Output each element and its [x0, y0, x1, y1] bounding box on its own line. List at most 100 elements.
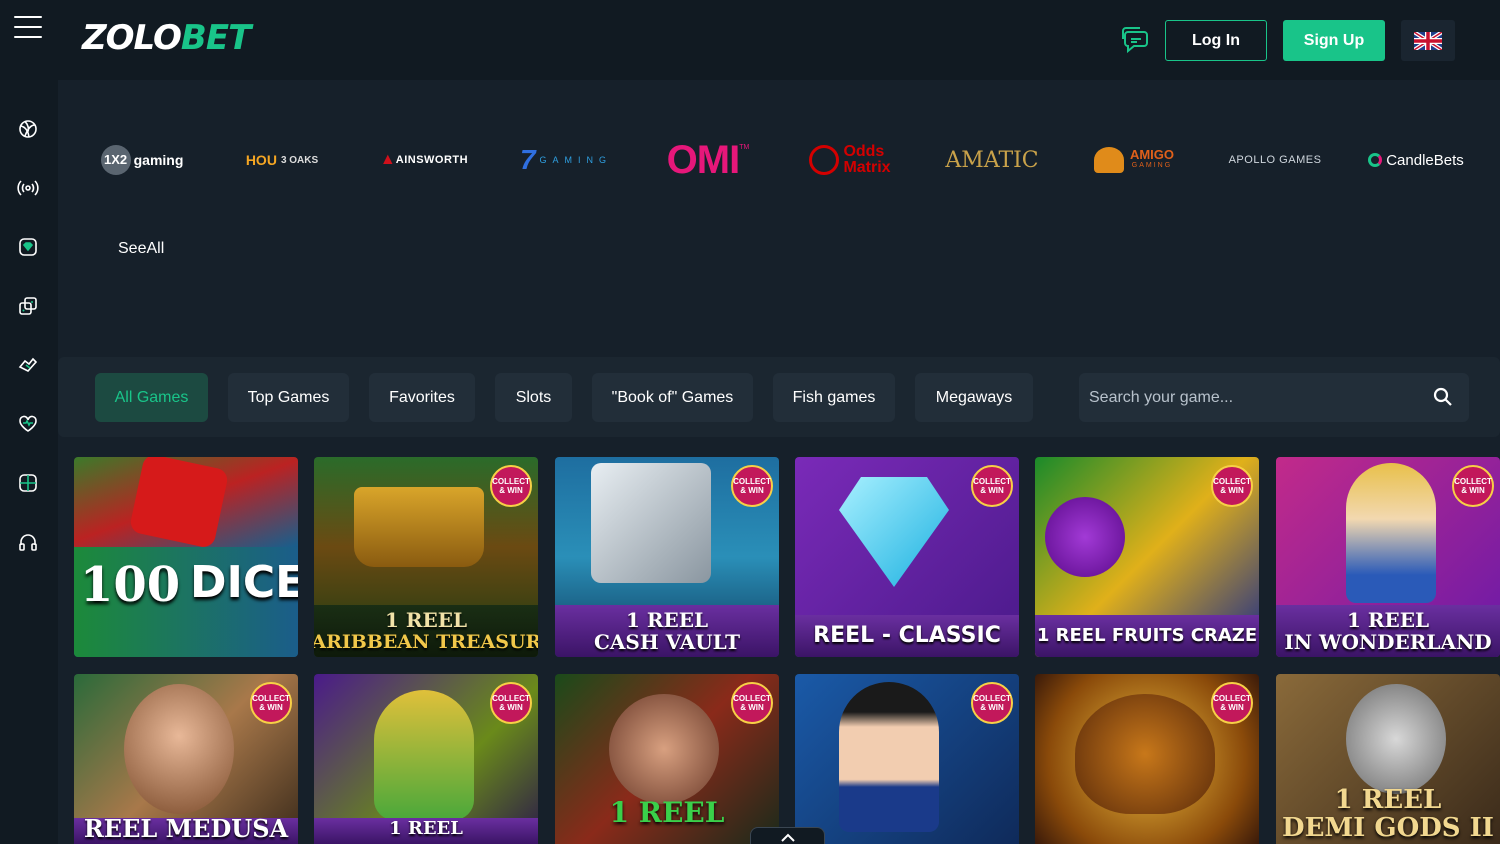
see-all-providers-link[interactable]: SeeAll [118, 240, 164, 258]
provider-candlebets[interactable]: CandleBets [1368, 138, 1464, 182]
game-title-line2: 1 REEL [389, 818, 463, 839]
provider-1x2-name: gaming [133, 152, 184, 168]
provider-1x2-mark: 1X2 [100, 145, 131, 175]
game-filter-bar: All Games Top Games Favorites Slots "Boo… [58, 357, 1500, 437]
collect-win-badge: COLLECT & WIN [971, 682, 1013, 724]
game-tile-snow-white[interactable]: COLLECT & WIN [795, 674, 1019, 844]
game-tile-1-reel-elf[interactable]: COLLECT & WIN 1 REEL [314, 674, 538, 844]
basketball-icon[interactable] [17, 118, 39, 140]
provider-amigo-name: AMIGO [1129, 147, 1175, 162]
game-title-line1: 1 REEL [625, 608, 709, 632]
game-tile-in-wonderland[interactable]: COLLECT & WIN 1 REEL IN WONDERLAND [1276, 457, 1500, 657]
live-broadcast-icon[interactable] [17, 177, 39, 199]
provider-amigo-sub: GAMING [1131, 162, 1173, 169]
game-title-band: 1 REEL [314, 818, 538, 844]
collect-win-badge: COLLECT & WIN [1211, 682, 1253, 724]
game-title-line1: 1 REEL [1334, 785, 1442, 815]
tab-slots[interactable]: Slots [495, 373, 572, 422]
game-tile-bison[interactable]: COLLECT & WIN [1035, 674, 1259, 844]
logo-suffix: BET [180, 18, 251, 58]
game-title-band: 1 REEL CARIBBEAN TREASURE [314, 605, 538, 657]
game-title-band: 1 REEL IN WONDERLAND [1276, 605, 1500, 657]
logo-prefix: ZOLO [82, 18, 182, 58]
game-title-line1: 1 REEL [384, 608, 468, 632]
provider-7gaming-mark: 7 [519, 144, 536, 175]
provider-amatic[interactable]: AMATIC [940, 138, 1044, 182]
game-tile-reel-medusa[interactable]: COLLECT & WIN REEL MEDUSA [74, 674, 298, 844]
game-tile-fruits-craze[interactable]: COLLECT & WIN 1 REEL FRUITS CRAZE [1035, 457, 1259, 657]
god-art [1346, 684, 1446, 794]
game-tile-cash-vault[interactable]: COLLECT & WIN 1 REEL CASH VAULT [555, 457, 779, 657]
game-search [1079, 373, 1469, 422]
language-selector[interactable] [1401, 20, 1455, 61]
provider-oddsmatrix-line1: Odds [843, 143, 885, 160]
dice-icon[interactable] [17, 295, 39, 317]
game-tile-demi-gods-ii[interactable]: 1 REEL DEMI GODS II [1276, 674, 1500, 844]
provider-oddsmatrix[interactable]: Odds Matrix [802, 138, 898, 182]
scroll-up-button[interactable] [750, 827, 825, 844]
tab-top-games[interactable]: Top Games [228, 373, 349, 422]
gift-box-icon[interactable] [17, 472, 39, 494]
provider-amigo[interactable]: AMIGO GAMING [1084, 138, 1184, 182]
chat-icon[interactable] [1120, 26, 1150, 54]
provider-omi[interactable]: OMI TM [658, 138, 758, 182]
provider-1x2gaming[interactable]: 1X2 gaming [96, 138, 188, 182]
game-tile-reel-classic[interactable]: COLLECT & WIN REEL - CLASSIC [795, 457, 1019, 657]
provider-7gaming[interactable]: 7 GAMING [514, 138, 618, 182]
top-header: ZOLOBET Log In Sign Up [58, 0, 1500, 80]
game-title-line2: REEL - CLASSIC [813, 623, 1001, 648]
game-title-line2: CARIBBEAN TREASURE [314, 631, 538, 653]
collect-win-badge: COLLECT & WIN [490, 465, 532, 507]
tab-fish-games[interactable]: Fish games [773, 373, 895, 422]
handshake-icon[interactable] [17, 354, 39, 376]
game-title-line2: IN WONDERLAND [1284, 630, 1492, 654]
game-title-line2: 1 REEL [609, 796, 725, 829]
collect-win-badge: COLLECT & WIN [731, 465, 773, 507]
tab-megaways[interactable]: Megaways [915, 373, 1033, 422]
menu-icon[interactable] [14, 16, 42, 38]
game-title-line1: 1 REEL [1346, 608, 1430, 632]
provider-candlebets-name: CandleBets [1386, 151, 1464, 169]
game-title-line2: REEL MEDUSA [83, 814, 289, 843]
provider-3oaks[interactable]: HOU 3 OAKS [240, 138, 324, 182]
collect-win-badge: COLLECT & WIN [731, 682, 773, 724]
bison-art [1075, 694, 1215, 814]
provider-ainsworth[interactable]: ▲ AINSWORTH [378, 138, 470, 182]
provider-apollo[interactable]: APOLLO GAMES [1220, 138, 1330, 182]
alice-art [1346, 463, 1436, 603]
provider-ainsworth-name: AINSWORTH [395, 154, 469, 166]
tab-favorites[interactable]: Favorites [369, 373, 475, 422]
provider-apollo-name: APOLLO GAMES [1228, 154, 1322, 166]
provider-3oaks-mark: HOU [245, 152, 277, 168]
search-input[interactable] [1089, 373, 1419, 422]
grapes-art [1045, 497, 1125, 577]
collect-win-badge: COLLECT & WIN [1211, 465, 1253, 507]
casino-gem-icon[interactable] [17, 236, 39, 258]
tab-all-games[interactable]: All Games [95, 373, 208, 422]
game-tile-100-dice[interactable]: 100 DICE [74, 457, 298, 657]
ainsworth-triangle-icon: ▲ [379, 151, 396, 168]
login-button[interactable]: Log In [1165, 20, 1267, 61]
candlebets-logo-icon [1368, 153, 1383, 167]
search-icon[interactable] [1433, 387, 1453, 407]
chevron-up-icon [780, 833, 795, 842]
treasure-chest-art [354, 487, 484, 567]
princess-art [839, 682, 939, 832]
game-tile-caribbean-treasure[interactable]: COLLECT & WIN 1 REEL CARIBBEAN TREASURE [314, 457, 538, 657]
game-tile-1-reel-yaga[interactable]: COLLECT & WIN 1 REEL [555, 674, 779, 844]
site-logo[interactable]: ZOLOBET [82, 18, 251, 58]
game-title-band: REEL MEDUSA [74, 814, 298, 844]
provider-7gaming-name: GAMING [539, 155, 613, 165]
heart-icon[interactable] [17, 413, 39, 435]
tab-book-of-games[interactable]: "Book of" Games [592, 373, 753, 422]
provider-3oaks-name: 3 OAKS [280, 154, 319, 166]
signup-button[interactable]: Sign Up [1283, 20, 1385, 61]
headphones-icon[interactable] [17, 531, 39, 553]
game-title-line2: 1 REEL FRUITS CRAZE [1036, 625, 1258, 646]
amigo-sombrero-icon [1093, 147, 1124, 173]
oddsmatrix-ball-icon [809, 145, 840, 175]
game-title-band: REEL - CLASSIC [795, 615, 1019, 657]
provider-oddsmatrix-line2: Matrix [843, 159, 891, 176]
game-title-line2: DEMI GODS II [1282, 813, 1494, 843]
game-title-line2: CASH VAULT [594, 630, 740, 654]
